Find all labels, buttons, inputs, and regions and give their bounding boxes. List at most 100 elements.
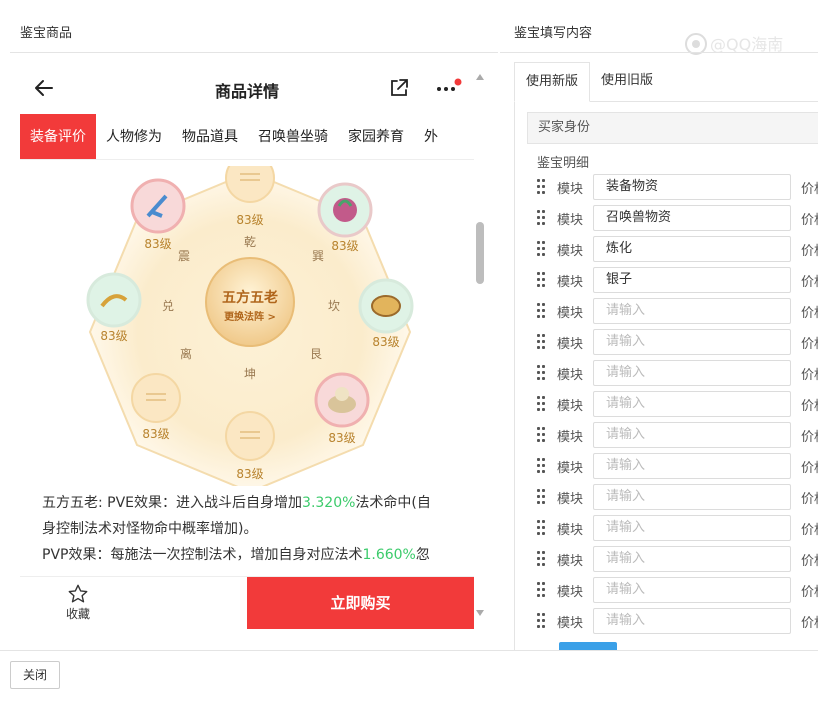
- svg-text:83级: 83级: [236, 213, 263, 227]
- svg-text:83级: 83级: [142, 427, 169, 441]
- detail-row: 模块请输入价格: [537, 484, 818, 510]
- buy-now-button[interactable]: 立即购买: [247, 577, 474, 629]
- footer-bar: 关闭: [0, 650, 818, 704]
- module-label: 模块: [557, 430, 584, 445]
- svg-text:83级: 83级: [372, 335, 399, 349]
- svg-text:83级: 83级: [328, 431, 355, 445]
- module-input[interactable]: 召唤兽物资: [593, 205, 791, 231]
- svg-text:83级: 83级: [144, 237, 171, 251]
- module-input[interactable]: 请输入: [593, 329, 791, 355]
- favorite-button[interactable]: 收藏: [48, 583, 108, 622]
- direction-gen: 艮: [310, 347, 322, 361]
- product-detail-preview: 商品详情 装备评价 人物修为 物品道具 召唤兽坐骑 家园养育 外 五方五老 更换…: [20, 62, 474, 634]
- tab-equipment-evaluation[interactable]: 装备评价: [20, 114, 96, 159]
- module-input[interactable]: 请输入: [593, 608, 791, 634]
- preview-scrollbar[interactable]: [474, 66, 486, 626]
- drag-handle-icon[interactable]: [537, 272, 547, 288]
- buyer-identity-section[interactable]: 买家身份: [527, 112, 818, 144]
- drag-handle-icon[interactable]: [537, 365, 547, 381]
- module-input[interactable]: 炼化: [593, 236, 791, 262]
- version-tabs: 使用新版 使用旧版: [514, 62, 818, 102]
- price-label: 价格: [801, 337, 818, 352]
- direction-kun: 坤: [244, 366, 256, 381]
- module-input[interactable]: 请输入: [593, 484, 791, 510]
- tab-new-version[interactable]: 使用新版: [514, 62, 591, 102]
- tab-home[interactable]: 家园养育: [338, 114, 414, 159]
- appraisal-detail-label: 鉴宝明细: [537, 156, 590, 171]
- module-label: 模块: [557, 337, 584, 352]
- desc-value: 3.320%: [302, 495, 356, 511]
- drag-handle-icon[interactable]: [537, 303, 547, 319]
- close-button[interactable]: 关闭: [10, 661, 60, 689]
- tab-character-cultivation[interactable]: 人物修为: [96, 114, 172, 159]
- desc-text: 忽: [415, 547, 430, 563]
- drag-handle-icon[interactable]: [537, 210, 547, 226]
- drag-handle-icon[interactable]: [537, 427, 547, 443]
- formation-diagram: 五方五老 更换法阵 > 乾 巽 坎 艮 坤 离 兑 震 83级 83级 83级 …: [60, 153, 440, 494]
- svg-text:83级: 83级: [236, 467, 263, 481]
- svg-text:83级: 83级: [100, 329, 127, 343]
- detail-row: 模块请输入价格: [537, 329, 818, 355]
- price-label: 价格: [801, 275, 818, 290]
- module-label: 模块: [557, 306, 584, 321]
- price-label: 价格: [801, 368, 818, 383]
- price-label: 价格: [801, 461, 818, 476]
- module-input[interactable]: 请输入: [593, 360, 791, 386]
- module-input[interactable]: 银子: [593, 267, 791, 293]
- detail-row: 模块请输入价格: [537, 422, 818, 448]
- share-icon[interactable]: [388, 77, 410, 99]
- right-section-title: 鉴宝填写内容: [514, 26, 593, 41]
- tab-old-version[interactable]: 使用旧版: [590, 62, 664, 102]
- drag-handle-icon[interactable]: [537, 458, 547, 474]
- drag-handle-icon[interactable]: [537, 489, 547, 505]
- module-input[interactable]: 请输入: [593, 577, 791, 603]
- detail-row: 模块请输入价格: [537, 546, 818, 572]
- module-input[interactable]: 请输入: [593, 546, 791, 572]
- star-icon: [68, 584, 88, 603]
- change-formation-link: 更换法阵 >: [224, 310, 276, 323]
- price-label: 价格: [801, 523, 818, 538]
- drag-handle-icon[interactable]: [537, 520, 547, 536]
- module-label: 模块: [557, 399, 584, 414]
- direction-qian: 乾: [244, 235, 256, 249]
- direction-dui: 兑: [162, 299, 174, 313]
- price-label: 价格: [801, 306, 818, 321]
- module-input[interactable]: 请输入: [593, 515, 791, 541]
- drag-handle-icon[interactable]: [537, 241, 547, 257]
- module-label: 模块: [557, 368, 584, 383]
- phone-header: 商品详情: [20, 62, 474, 114]
- drag-handle-icon[interactable]: [537, 334, 547, 350]
- add-row-button[interactable]: [559, 642, 617, 650]
- desc-text: 身控制法术对怪物命中概率增加)。: [42, 521, 258, 537]
- favorite-label: 收藏: [65, 607, 90, 621]
- detail-row: 模块请输入价格: [537, 608, 818, 634]
- module-label: 模块: [557, 616, 584, 631]
- module-input[interactable]: 请输入: [593, 453, 791, 479]
- desc-text: PVP效果：每施法一次控制法术，增加自身对应法术: [42, 547, 363, 563]
- price-label: 价格: [801, 616, 818, 631]
- price-label: 价格: [801, 244, 818, 259]
- module-input[interactable]: 请输入: [593, 298, 791, 324]
- direction-xun: 巽: [312, 249, 324, 263]
- tab-more[interactable]: 外: [414, 114, 448, 159]
- module-label: 模块: [557, 213, 584, 228]
- drag-handle-icon[interactable]: [537, 551, 547, 567]
- detail-row: 模块请输入价格: [537, 515, 818, 541]
- drag-handle-icon[interactable]: [537, 179, 547, 195]
- drag-handle-icon[interactable]: [537, 613, 547, 629]
- drag-handle-icon[interactable]: [537, 582, 547, 598]
- drag-handle-icon[interactable]: [537, 396, 547, 412]
- svg-text:83级: 83级: [331, 239, 358, 253]
- detail-row: 模块请输入价格: [537, 577, 818, 603]
- module-input[interactable]: 装备物资: [593, 174, 791, 200]
- module-input[interactable]: 请输入: [593, 422, 791, 448]
- detail-row: 模块银子价格: [537, 267, 818, 293]
- more-icon[interactable]: [436, 78, 462, 98]
- price-label: 价格: [801, 492, 818, 507]
- tab-items[interactable]: 物品道具: [172, 114, 248, 159]
- price-label: 价格: [801, 554, 818, 569]
- tab-summon-mounts[interactable]: 召唤兽坐骑: [248, 114, 338, 159]
- desc-text: 五方五老: PVE效果：进入战斗后自身增加: [42, 495, 303, 511]
- module-input[interactable]: 请输入: [593, 391, 791, 417]
- module-label: 模块: [557, 554, 584, 569]
